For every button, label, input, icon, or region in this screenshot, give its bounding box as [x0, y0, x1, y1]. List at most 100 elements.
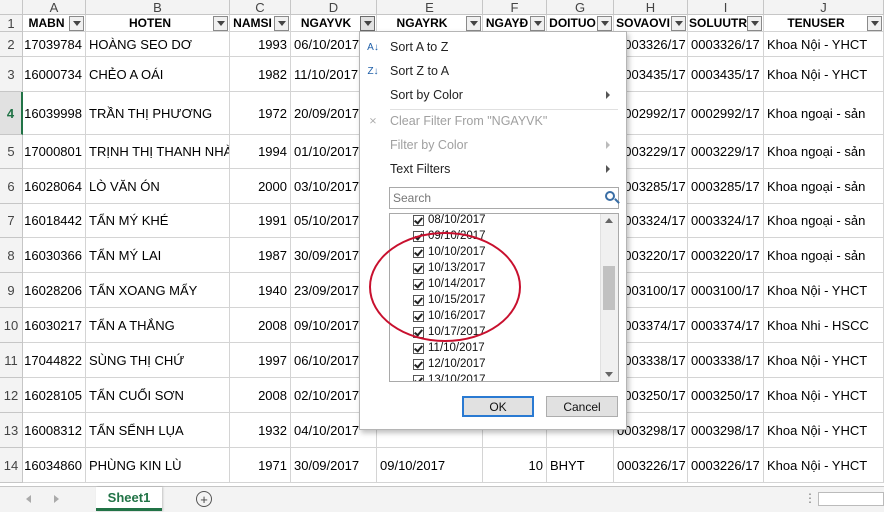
data-cell[interactable]: 1997: [230, 343, 291, 378]
data-cell[interactable]: 0003220/17: [688, 238, 764, 273]
column-header-i[interactable]: I: [688, 0, 764, 15]
data-cell[interactable]: 1994: [230, 135, 291, 169]
data-cell[interactable]: 1971: [230, 448, 291, 483]
checkbox-checked-icon[interactable]: [413, 214, 424, 226]
filter-button[interactable]: [274, 16, 289, 31]
next-sheet-icon[interactable]: [54, 495, 59, 503]
data-cell[interactable]: TẨN SỂNH LỤA: [86, 413, 230, 448]
data-cell[interactable]: SÙNG THỊ CHỨ: [86, 343, 230, 378]
data-cell[interactable]: CHẺO A OÁI: [86, 57, 230, 92]
data-cell[interactable]: Khoa Nội - YHCT: [764, 378, 884, 413]
data-cell[interactable]: 16030366: [23, 238, 86, 273]
row-header-13[interactable]: 13: [0, 413, 23, 448]
data-cell[interactable]: 09/10/2017: [377, 448, 483, 483]
data-cell[interactable]: Khoa ngoại - sản: [764, 92, 884, 135]
data-cell[interactable]: 2008: [230, 308, 291, 343]
data-cell[interactable]: Khoa ngoại - sản: [764, 204, 884, 238]
column-header-c[interactable]: C: [230, 0, 291, 15]
sort-za-item[interactable]: Sort Z to A: [390, 60, 449, 82]
data-cell[interactable]: 16028105: [23, 378, 86, 413]
data-cell[interactable]: TẨN XOANG MẨY: [86, 273, 230, 308]
data-cell[interactable]: 1932: [230, 413, 291, 448]
row-header-4[interactable]: 4: [0, 92, 23, 135]
data-cell[interactable]: 0003229/17: [688, 135, 764, 169]
row-header-6[interactable]: 6: [0, 169, 23, 204]
data-cell[interactable]: Khoa Nội - YHCT: [764, 57, 884, 92]
data-cell[interactable]: 16018442: [23, 204, 86, 238]
filter-button[interactable]: [671, 16, 686, 31]
data-cell[interactable]: 0003338/17: [688, 343, 764, 378]
row-header-14[interactable]: 14: [0, 448, 23, 483]
tab-split-handle-icon[interactable]: ⋮: [804, 491, 816, 505]
column-header-f[interactable]: F: [483, 0, 547, 15]
checkbox-checked-icon[interactable]: [413, 358, 424, 370]
data-cell[interactable]: Khoa Nội - YHCT: [764, 448, 884, 483]
data-cell[interactable]: 1982: [230, 57, 291, 92]
scroll-up-icon[interactable]: [605, 218, 613, 223]
column-header-g[interactable]: G: [547, 0, 614, 15]
row-header-8[interactable]: 8: [0, 238, 23, 273]
data-cell[interactable]: 0003250/17: [688, 378, 764, 413]
filter-list-item[interactable]: 12/10/2017: [413, 356, 486, 372]
data-cell[interactable]: Khoa Nội - YHCT: [764, 32, 884, 57]
data-cell[interactable]: Khoa Nội - YHCT: [764, 413, 884, 448]
data-cell[interactable]: 10: [483, 448, 547, 483]
row-header-5[interactable]: 5: [0, 135, 23, 169]
data-cell[interactable]: 1987: [230, 238, 291, 273]
filter-list-item[interactable]: 08/10/2017: [413, 214, 486, 228]
scroll-down-icon[interactable]: [605, 372, 613, 377]
data-cell[interactable]: 2000: [230, 169, 291, 204]
data-cell[interactable]: 0003226/17: [614, 448, 688, 483]
filter-by-color-item[interactable]: Filter by Color: [390, 134, 620, 156]
sort-az-item[interactable]: Sort A to Z: [390, 36, 448, 58]
data-cell[interactable]: BHYT: [547, 448, 614, 483]
sheet-tab-sheet1[interactable]: Sheet1: [96, 487, 162, 511]
filter-button-active[interactable]: [360, 16, 375, 31]
field-header-cell[interactable]: TENUSER: [764, 15, 884, 32]
data-cell[interactable]: TẨN A THẮNG: [86, 308, 230, 343]
data-cell[interactable]: TẨN CUỔI SƠN: [86, 378, 230, 413]
row-header-11[interactable]: 11: [0, 343, 23, 378]
checkbox-checked-icon[interactable]: [413, 374, 424, 381]
data-cell[interactable]: 16028206: [23, 273, 86, 308]
data-cell[interactable]: 1993: [230, 32, 291, 57]
row-header-1[interactable]: 1: [0, 15, 23, 32]
data-cell[interactable]: HOÀNG SEO DƠ: [86, 32, 230, 57]
data-cell[interactable]: 16008312: [23, 413, 86, 448]
data-cell[interactable]: Khoa ngoại - sản: [764, 169, 884, 204]
data-cell[interactable]: Khoa ngoại - sản: [764, 135, 884, 169]
text-filters-item[interactable]: Text Filters: [390, 158, 620, 180]
filter-list-item[interactable]: 11/10/2017: [413, 340, 485, 356]
sort-by-color-item[interactable]: Sort by Color: [390, 84, 620, 106]
filter-button[interactable]: [69, 16, 84, 31]
data-cell[interactable]: 0003285/17: [688, 169, 764, 204]
data-cell[interactable]: 0003326/17: [688, 32, 764, 57]
select-all-corner[interactable]: [0, 0, 23, 15]
data-cell[interactable]: 0003324/17: [688, 204, 764, 238]
row-header-2[interactable]: 2: [0, 32, 23, 57]
data-cell[interactable]: 17000801: [23, 135, 86, 169]
data-cell[interactable]: TRỊNH THỊ THANH NHÀN: [86, 135, 230, 169]
data-cell[interactable]: TẨN MÝ KHÉ: [86, 204, 230, 238]
row-header-9[interactable]: 9: [0, 273, 23, 308]
row-header-7[interactable]: 7: [0, 204, 23, 238]
filter-button[interactable]: [213, 16, 228, 31]
filter-button[interactable]: [747, 16, 762, 31]
data-cell[interactable]: 16039998: [23, 92, 86, 135]
data-cell[interactable]: Khoa Nhi - HSCC: [764, 308, 884, 343]
data-cell[interactable]: 0002992/17: [688, 92, 764, 135]
filter-button[interactable]: [867, 16, 882, 31]
column-header-a[interactable]: A: [23, 0, 86, 15]
checkbox-checked-icon[interactable]: [413, 342, 424, 354]
data-cell[interactable]: 0003298/17: [688, 413, 764, 448]
list-scrollbar[interactable]: [600, 214, 618, 381]
field-header-cell[interactable]: HOTEN: [86, 15, 230, 32]
data-cell[interactable]: 16030217: [23, 308, 86, 343]
data-cell[interactable]: TẨN MÝ LAI: [86, 238, 230, 273]
data-cell[interactable]: TRẦN THỊ PHƯƠNG: [86, 92, 230, 135]
filter-list-item[interactable]: 13/10/2017: [413, 372, 486, 381]
data-cell[interactable]: Khoa Nội - YHCT: [764, 343, 884, 378]
row-header-3[interactable]: 3: [0, 57, 23, 92]
data-cell[interactable]: Khoa Nội - YHCT: [764, 273, 884, 308]
data-cell[interactable]: 0003374/17: [688, 308, 764, 343]
